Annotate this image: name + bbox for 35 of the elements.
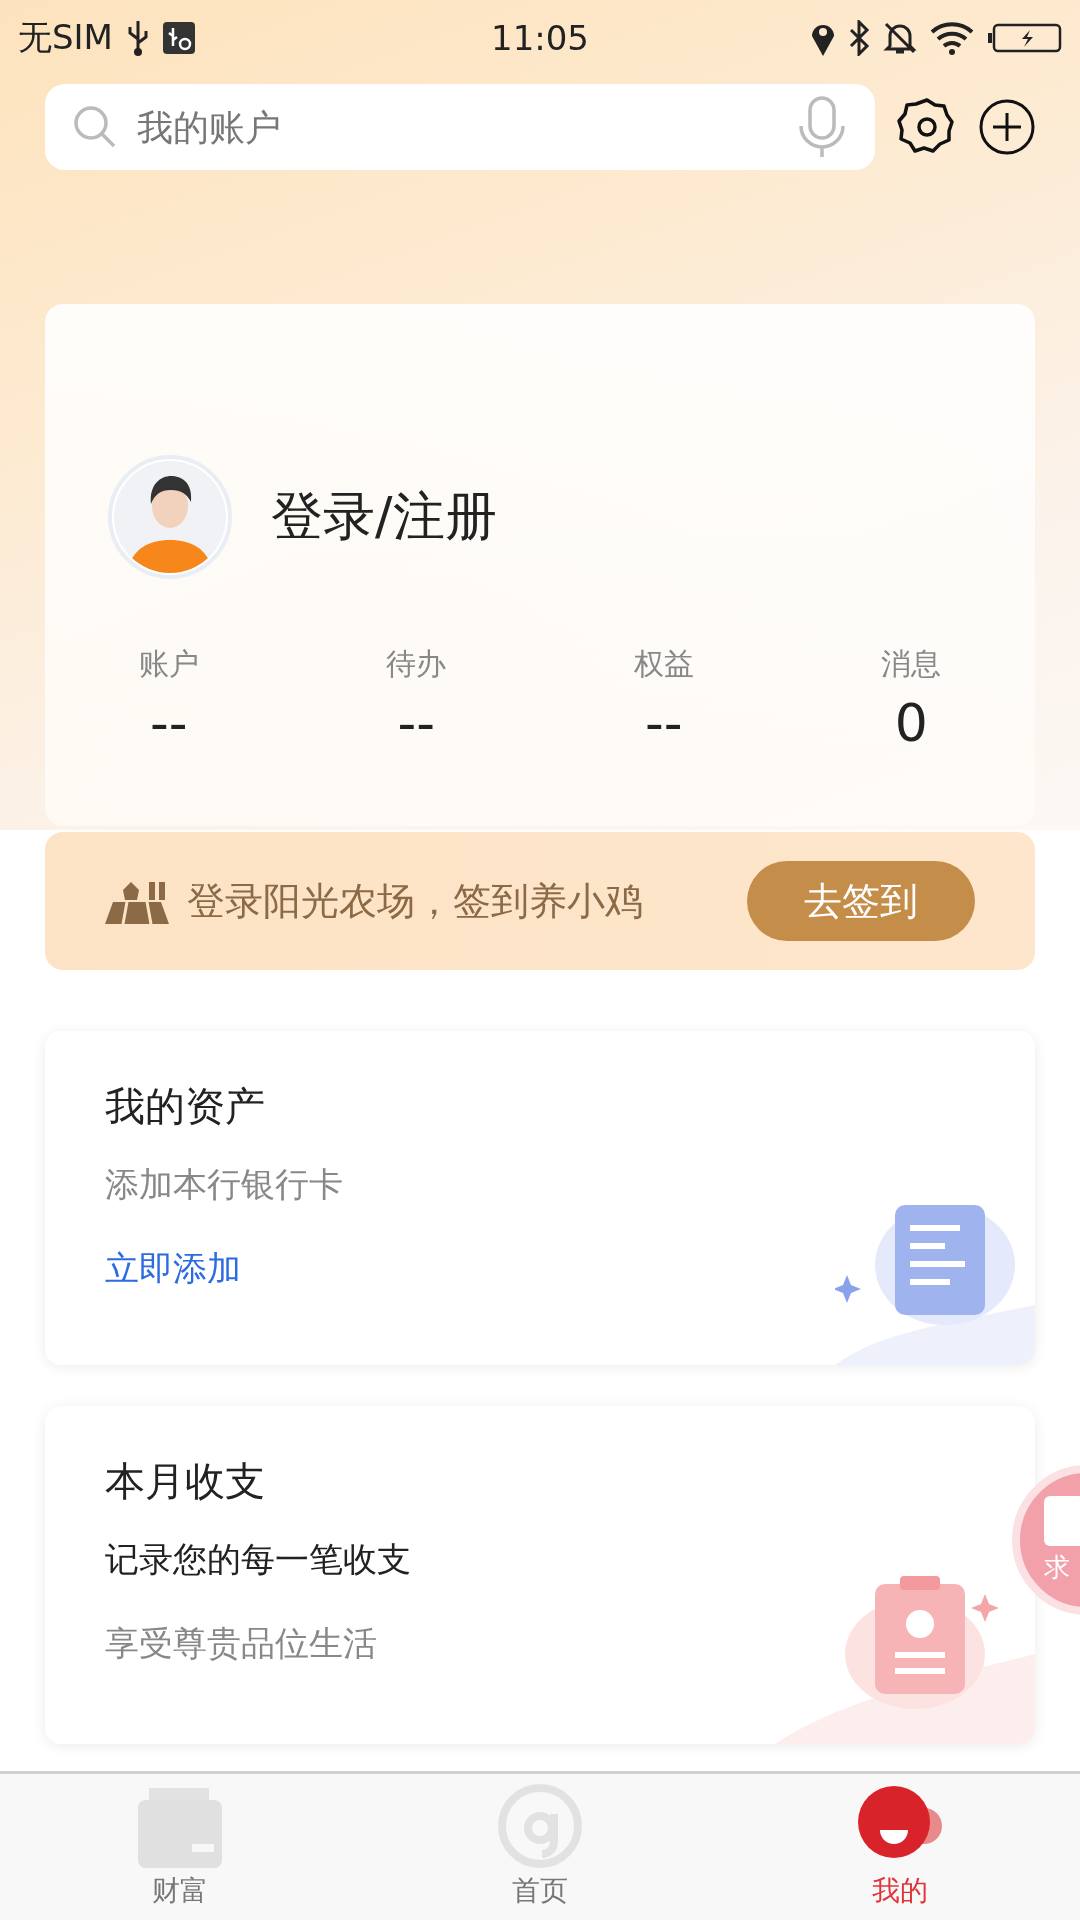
- stat-value[interactable]: --: [645, 693, 683, 753]
- card-text: 添加本行银行卡: [105, 1163, 343, 1206]
- wifi-icon: [930, 20, 976, 56]
- usb-icon: [126, 19, 149, 57]
- add-icon[interactable]: [979, 99, 1035, 155]
- card-text: 记录您的每一笔收支: [105, 1538, 411, 1581]
- card-text: 享受尊贵品位生活: [105, 1622, 377, 1665]
- search-icon: [73, 105, 117, 149]
- info-card[interactable]: 我的资产 添加本行银行卡 立即添加: [45, 1031, 1035, 1365]
- nav-tab[interactable]: 首页: [360, 1774, 720, 1920]
- add-link[interactable]: 立即添加: [105, 1246, 241, 1292]
- stat-label: 权益: [633, 645, 694, 683]
- avatar-icon[interactable]: [107, 454, 233, 580]
- stat-value[interactable]: --: [150, 693, 188, 753]
- bluetooth-icon: [848, 20, 870, 56]
- nav-tab[interactable]: 我的: [720, 1774, 1080, 1920]
- stat-label: 待办: [386, 645, 447, 683]
- nav-tab[interactable]: 财富: [0, 1774, 360, 1920]
- stat-value[interactable]: 0: [894, 693, 928, 753]
- card-title: 本月收支: [105, 1457, 266, 1506]
- carrier-label: 无SIM: [18, 16, 113, 59]
- mute-bell-icon: [882, 20, 918, 56]
- info-card[interactable]: 本月收支 记录您的每一笔收支 享受尊贵品位生活: [45, 1406, 1035, 1744]
- battery-icon: [988, 23, 1062, 53]
- stat-label: 账户: [138, 645, 199, 683]
- login-link[interactable]: 登录/注册: [271, 482, 497, 552]
- clock: 11:05: [490, 18, 590, 58]
- search-bar[interactable]: 我的账户: [45, 84, 875, 170]
- card-title: 我的资产: [105, 1082, 266, 1131]
- usb-settings-icon: [162, 22, 195, 54]
- stat-label: 消息: [881, 645, 942, 683]
- search-field[interactable]: 我的账户: [135, 105, 779, 149]
- promo-banner[interactable]: 登录阳光农场，签到养小鸡 去签到: [45, 832, 1035, 970]
- stat-value[interactable]: --: [397, 693, 435, 753]
- promo-text: 登录阳光农场，签到养小鸡: [187, 877, 644, 925]
